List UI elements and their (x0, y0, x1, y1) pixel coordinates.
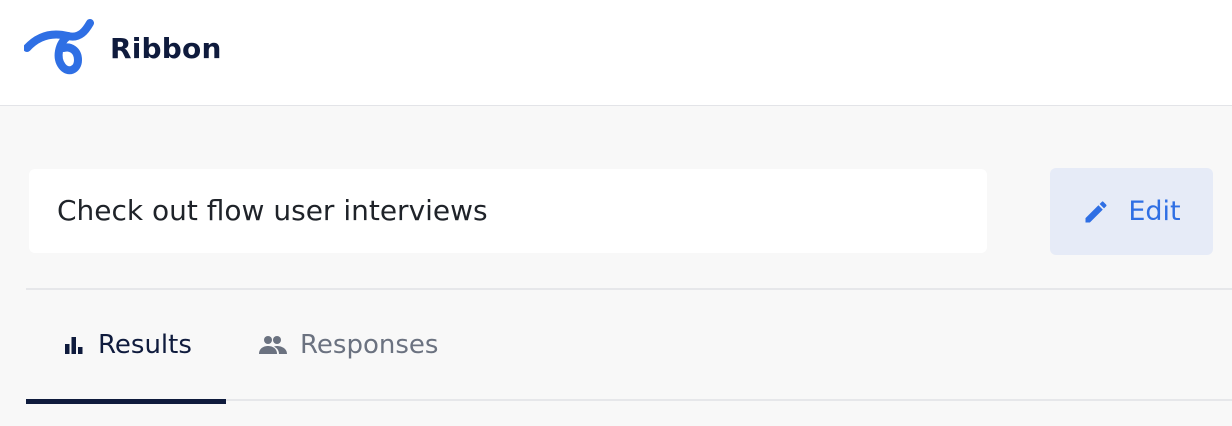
tab-responses[interactable]: Responses (258, 318, 438, 372)
survey-title: Check out flow user interviews (57, 194, 488, 227)
section-divider (26, 288, 1232, 290)
tab-results-label: Results (98, 330, 192, 360)
bar-chart-icon (65, 337, 83, 354)
people-icon (259, 336, 287, 354)
top-navigation-bar: Ribbon (0, 0, 1232, 106)
edit-button-label: Edit (1128, 195, 1181, 227)
active-tab-indicator (26, 399, 226, 404)
ribbon-logo-icon[interactable] (24, 18, 94, 78)
pencil-icon (1085, 200, 1107, 222)
survey-title-field[interactable]: Check out flow user interviews (29, 169, 987, 253)
tab-responses-label: Responses (300, 330, 439, 360)
tab-results[interactable]: Results (62, 318, 192, 372)
brand-name[interactable]: Ribbon (110, 31, 222, 67)
edit-button[interactable]: Edit (1050, 168, 1213, 255)
